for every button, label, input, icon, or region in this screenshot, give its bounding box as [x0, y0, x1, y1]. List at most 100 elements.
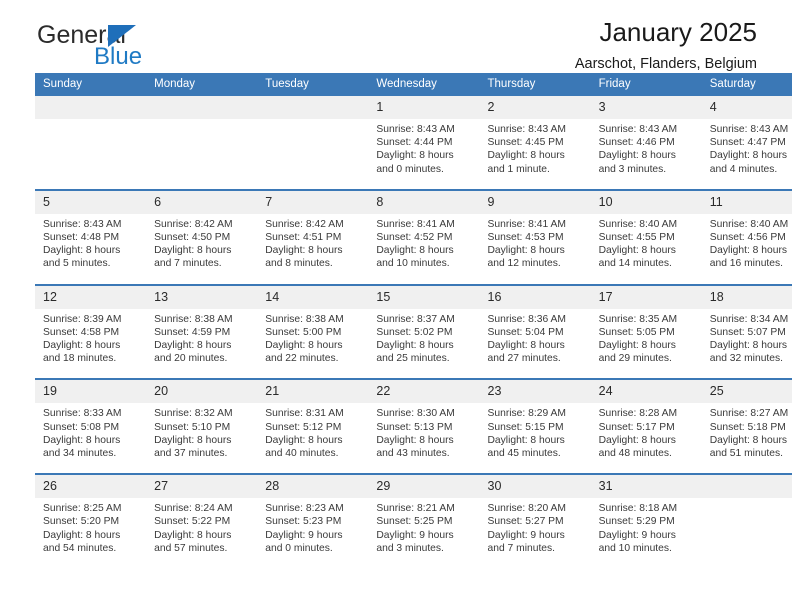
daylight-text-line2: and 10 minutes. — [376, 258, 450, 270]
sunrise-text: Sunrise: 8:24 AM — [154, 503, 233, 515]
day-number[interactable]: 12 — [35, 285, 147, 309]
day-detail-cell: Sunrise: 8:21 AM Sunset: 5:25 PM Daylight:… — [368, 498, 480, 569]
day-number[interactable]: 21 — [257, 380, 369, 404]
day-detail-cell: Sunrise: 8:35 AM Sunset: 5:05 PM Daylight:… — [590, 308, 702, 379]
daylight-text-line2: and 27 minutes. — [487, 353, 561, 365]
day-number[interactable]: 10 — [590, 190, 702, 214]
sunset-text: Sunset: 5:29 PM — [598, 516, 675, 528]
day-detail-cell: Sunrise: 8:38 AM Sunset: 4:59 PM Daylight:… — [146, 308, 258, 379]
daylight-text-line1: Daylight: 8 hours — [598, 434, 676, 446]
day-detail-cell: Sunrise: 8:34 AM Sunset: 5:07 PM Daylight:… — [701, 308, 792, 379]
brand-logo[interactable]: General Blue — [35, 22, 265, 74]
sunrise-text: Sunrise: 8:29 AM — [487, 408, 566, 420]
sunrise-text: Sunrise: 8:28 AM — [598, 408, 678, 420]
daylight-text-line1: Daylight: 8 hours — [43, 245, 121, 257]
day-detail-cell: Sunrise: 8:39 AM Sunset: 4:58 PM Daylight:… — [35, 308, 147, 379]
sunset-text: Sunset: 4:45 PM — [487, 137, 564, 149]
sunrise-text: Sunrise: 8:23 AM — [265, 503, 344, 515]
day-detail-empty — [35, 119, 147, 189]
sunrise-text: Sunrise: 8:25 AM — [43, 503, 122, 515]
day-number[interactable]: 18 — [701, 285, 792, 309]
day-number[interactable]: 9 — [479, 190, 591, 214]
day-number[interactable]: 4 — [701, 96, 792, 119]
day-number[interactable]: 15 — [368, 285, 480, 309]
daylight-text-line1: Daylight: 8 hours — [376, 340, 454, 352]
day-detail-cell: Sunrise: 8:40 AM Sunset: 4:56 PM Daylight:… — [701, 213, 792, 284]
day-number[interactable]: 30 — [479, 475, 591, 499]
day-number[interactable]: 20 — [146, 380, 258, 404]
sunset-text: Sunset: 5:08 PM — [43, 421, 120, 433]
day-number[interactable]: 23 — [479, 380, 591, 404]
day-detail-empty — [146, 119, 258, 189]
day-number[interactable]: 31 — [590, 475, 702, 499]
daylight-text-line1: Daylight: 8 hours — [709, 434, 788, 446]
day-number[interactable]: 3 — [590, 96, 702, 119]
day-detail-empty — [257, 119, 369, 189]
day-number[interactable]: 17 — [590, 285, 702, 309]
day-detail-cell: Sunrise: 8:43 AM Sunset: 4:45 PM Daylight:… — [479, 119, 591, 189]
day-number[interactable]: 14 — [257, 285, 369, 309]
daylight-text-line1: Daylight: 9 hours — [265, 529, 343, 541]
daylight-text-line2: and 25 minutes. — [376, 353, 450, 365]
week-daynumber-row: 26 27 28 29 30 31 — [35, 475, 792, 499]
day-number[interactable]: 22 — [368, 380, 480, 404]
day-number[interactable]: 5 — [35, 190, 147, 214]
calendar-grid: Sunday Monday Tuesday Wednesday Thursday… — [35, 73, 792, 569]
day-number[interactable]: 19 — [35, 380, 147, 404]
day-number[interactable]: 1 — [368, 96, 480, 119]
daylight-text-line2: and 51 minutes. — [709, 448, 784, 460]
sunset-text: Sunset: 5:00 PM — [265, 326, 342, 338]
daylight-text-line2: and 12 minutes. — [487, 258, 561, 270]
daylight-text-line2: and 0 minutes. — [376, 163, 444, 175]
day-detail-cell: Sunrise: 8:43 AM Sunset: 4:46 PM Daylight:… — [590, 119, 702, 189]
day-number[interactable]: 16 — [479, 285, 591, 309]
day-number[interactable]: 25 — [701, 380, 792, 404]
sunset-text: Sunset: 4:53 PM — [487, 232, 564, 244]
daylight-text-line1: Daylight: 8 hours — [598, 245, 676, 257]
day-detail-empty — [701, 498, 792, 569]
sunrise-text: Sunrise: 8:41 AM — [376, 218, 455, 230]
day-number[interactable]: 27 — [146, 475, 258, 499]
sunrise-text: Sunrise: 8:27 AM — [709, 408, 789, 420]
day-number[interactable]: 7 — [257, 190, 369, 214]
day-detail-cell: Sunrise: 8:31 AM Sunset: 5:12 PM Daylight:… — [257, 403, 369, 474]
day-number[interactable]: 24 — [590, 380, 702, 404]
daylight-text-line2: and 40 minutes. — [265, 448, 339, 460]
daylight-text-line2: and 8 minutes. — [265, 258, 333, 270]
day-detail-cell: Sunrise: 8:43 AM Sunset: 4:47 PM Daylight:… — [701, 119, 792, 189]
sunset-text: Sunset: 5:23 PM — [265, 516, 342, 528]
daylight-text-line2: and 54 minutes. — [43, 542, 117, 554]
day-number[interactable]: 11 — [701, 190, 792, 214]
day-number[interactable]: 26 — [35, 475, 147, 499]
week-daynumber-row: 5 6 7 8 9 10 11 — [35, 190, 792, 214]
day-number[interactable]: 28 — [257, 475, 369, 499]
daylight-text-line2: and 18 minutes. — [43, 353, 117, 365]
daylight-text-line2: and 1 minute. — [487, 163, 550, 175]
daylight-text-line1: Daylight: 8 hours — [709, 340, 788, 352]
sunrise-text: Sunrise: 8:21 AM — [376, 503, 455, 515]
page-header: General Blue January 2025 Aarschot, Flan… — [35, 0, 757, 73]
day-number[interactable]: 29 — [368, 475, 480, 499]
day-detail-cell: Sunrise: 8:36 AM Sunset: 5:04 PM Daylight:… — [479, 308, 591, 379]
daylight-text-line2: and 22 minutes. — [265, 353, 339, 365]
daylight-text-line1: Daylight: 8 hours — [376, 245, 454, 257]
day-number[interactable]: 13 — [146, 285, 258, 309]
daylight-text-line1: Daylight: 8 hours — [154, 340, 232, 352]
sunset-text: Sunset: 5:18 PM — [709, 421, 786, 433]
day-detail-cell: Sunrise: 8:37 AM Sunset: 5:02 PM Daylight:… — [368, 308, 480, 379]
weekday-sunday: Sunday — [43, 78, 83, 90]
day-number[interactable]: 6 — [146, 190, 258, 214]
calendar-body: 1 2 3 4 Sunrise: 8:43 AM Sunset: 4:44 PM Dayli… — [35, 96, 792, 569]
day-number[interactable]: 8 — [368, 190, 480, 214]
day-number[interactable]: 2 — [479, 96, 591, 119]
day-detail-cell: Sunrise: 8:42 AM Sunset: 4:51 PM Daylight:… — [257, 213, 369, 284]
sunset-text: Sunset: 5:10 PM — [154, 421, 231, 433]
day-detail-cell: Sunrise: 8:29 AM Sunset: 5:15 PM Daylight:… — [479, 403, 591, 474]
sunset-text: Sunset: 5:12 PM — [265, 421, 342, 433]
weekday-thursday: Thursday — [487, 78, 536, 90]
sunrise-text: Sunrise: 8:30 AM — [376, 408, 455, 420]
daylight-text-line2: and 45 minutes. — [487, 448, 561, 460]
day-detail-cell: Sunrise: 8:20 AM Sunset: 5:27 PM Daylight:… — [479, 498, 591, 569]
sunset-text: Sunset: 4:55 PM — [598, 232, 675, 244]
sunrise-text: Sunrise: 8:38 AM — [265, 313, 344, 325]
